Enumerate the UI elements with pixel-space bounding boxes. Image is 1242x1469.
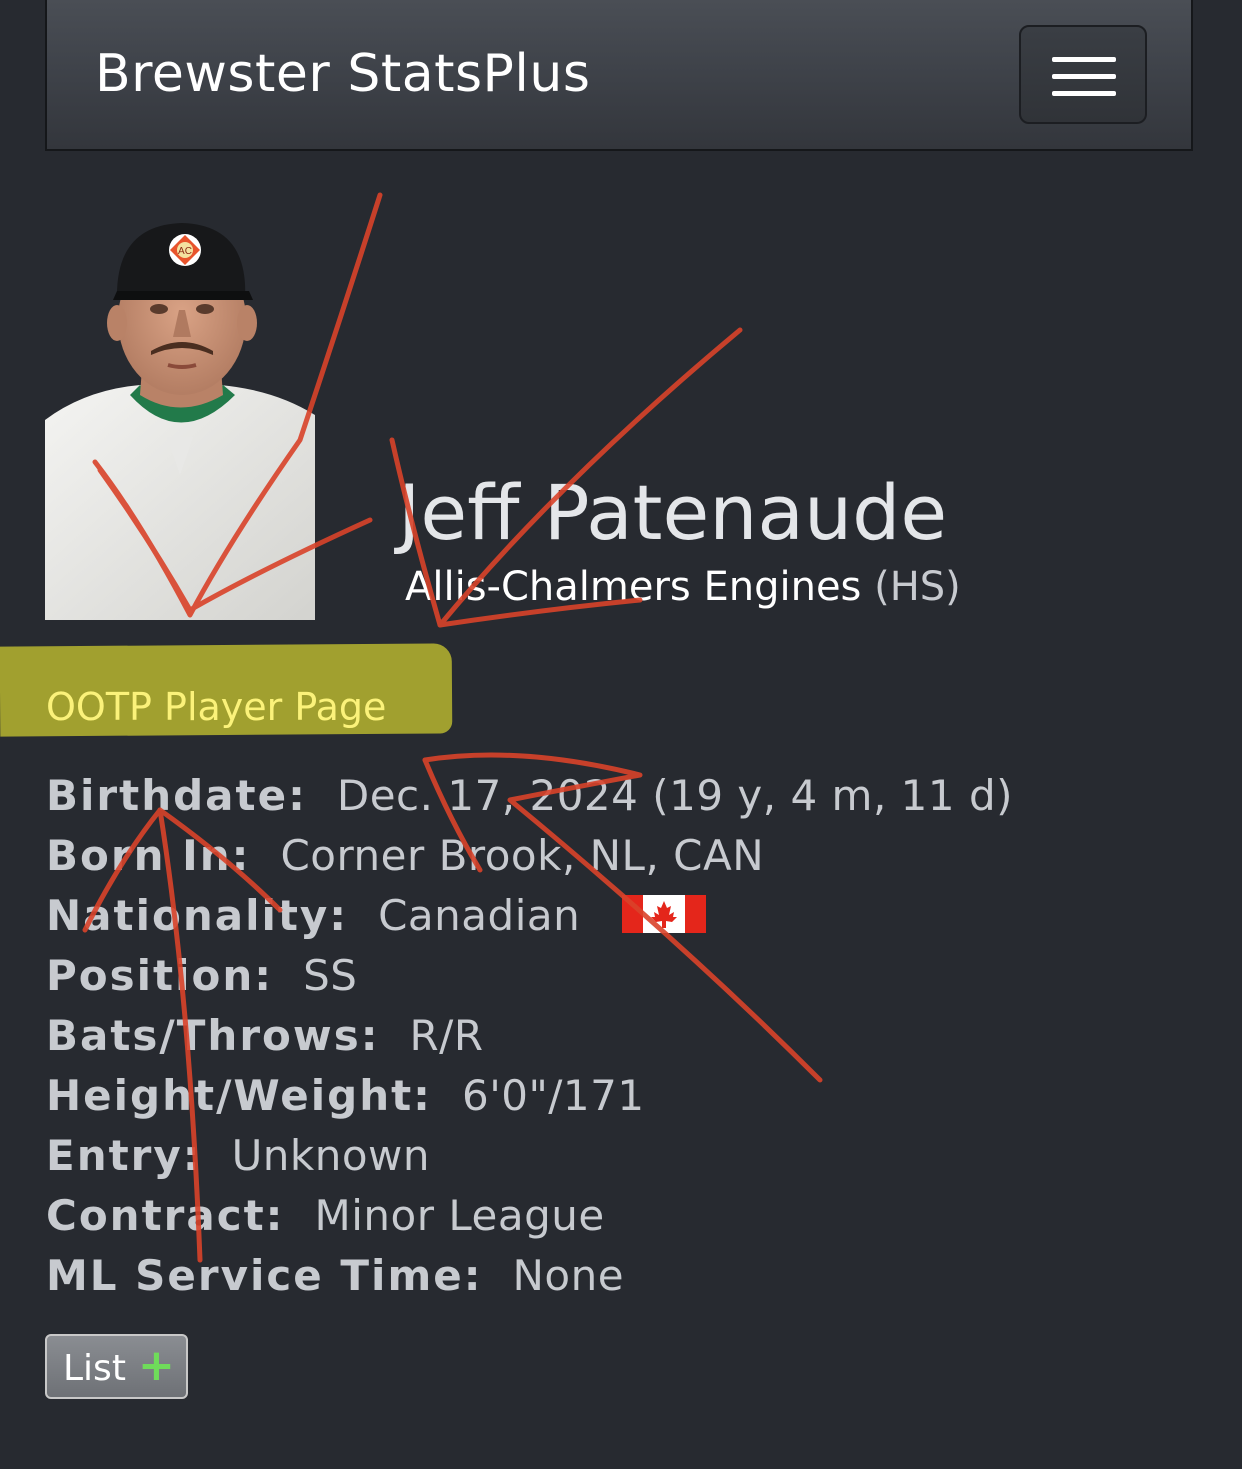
info-row-birthdate: Birthdate: Dec. 17, 2024 (19 y, 4 m, 11 d… [46,766,1013,826]
player-info-list: Birthdate: Dec. 17, 2024 (19 y, 4 m, 11 d… [46,766,1013,1306]
cap-logo-text: AC [178,246,192,257]
hamburger-bar [1052,91,1116,96]
team-level: (HS) [874,564,961,610]
info-row-nationality: Nationality: Canadian [46,886,1013,946]
info-value: Corner Brook, NL, CAN [280,831,765,880]
info-value: Unknown [231,1131,431,1180]
list-button-label: List [63,1348,126,1389]
info-row-ml-service-time: ML Service Time: None [46,1246,1013,1306]
info-label: Nationality: [46,891,349,940]
hamburger-menu-button[interactable] [1019,25,1147,124]
info-value: Minor League [314,1191,605,1240]
canada-flag-icon [621,894,706,933]
info-value: SS [303,951,358,1000]
team-line: Allis-Chalmers Engines (HS) [405,564,961,610]
info-label: Position: [46,951,274,1000]
info-label: Birthdate: [46,771,307,820]
info-row-born-in: Born In: Corner Brook, NL, CAN [46,826,1013,886]
info-row-height-weight: Height/Weight: 6'0"/171 [46,1066,1013,1126]
info-row-position: Position: SS [46,946,1013,1006]
brand-title[interactable]: Brewster StatsPlus [95,44,590,104]
info-row-contract: Contract: Minor League [46,1186,1013,1246]
ootp-player-page-link[interactable]: OOTP Player Page [46,685,386,729]
info-label: Height/Weight: [46,1071,432,1120]
info-label: ML Service Time: [46,1251,483,1300]
player-name: Jeff Patenaude [398,468,948,557]
info-value: None [512,1251,625,1300]
info-value: R/R [409,1011,484,1060]
navbar: Brewster StatsPlus [45,0,1193,151]
plus-icon: + [137,1340,175,1391]
hamburger-menu-icon [1052,57,1116,62]
info-value: Dec. 17, 2024 (19 y, 4 m, 11 d) [336,771,1013,820]
info-row-entry: Entry: Unknown [46,1126,1013,1186]
info-label: Born In: [46,831,251,880]
add-to-list-button[interactable]: List + [45,1334,188,1399]
hamburger-bar [1052,74,1116,79]
info-label: Contract: [46,1191,285,1240]
player-photo: AC [45,205,315,620]
info-label: Entry: [46,1131,202,1180]
info-value: Canadian [378,891,581,940]
player-page: Brewster StatsPlus AC Jeff Patenaude All… [0,0,1242,1469]
team-name-link[interactable]: Allis-Chalmers Engines [405,564,861,610]
info-label: Bats/Throws: [46,1011,380,1060]
info-row-bats-throws: Bats/Throws: R/R [46,1006,1013,1066]
info-value: 6'0"/171 [461,1071,645,1120]
